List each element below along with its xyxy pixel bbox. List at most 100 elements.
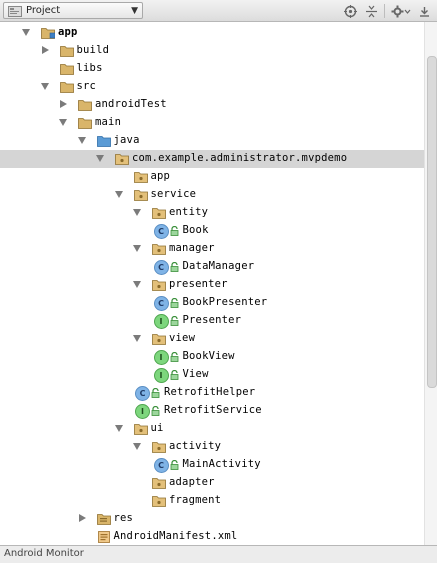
interface-icon: I: [153, 368, 169, 383]
tree-node-label: main: [95, 116, 122, 128]
expand-arrow-icon[interactable]: [40, 83, 49, 90]
module-folder-icon: [41, 27, 56, 39]
tree-node-manager[interactable]: manager: [0, 240, 424, 258]
tree-node-label: MainActivity: [182, 458, 261, 470]
project-toolbar: Project ▼: [0, 0, 437, 22]
tree-node-build[interactable]: build: [0, 42, 424, 60]
tree-node-androidmanifest-xml[interactable]: AndroidManifest.xml: [0, 528, 424, 545]
expand-arrow-icon[interactable]: [133, 443, 141, 450]
tree-node-label: service: [150, 188, 197, 200]
tree-node-label: entity: [169, 206, 209, 218]
tree-node-res[interactable]: res: [0, 510, 424, 528]
tree-node-label: RetrofitService: [164, 404, 262, 416]
folder-icon: [59, 63, 74, 75]
tree-node-androidtest[interactable]: androidTest: [0, 96, 424, 114]
tree-node-label: presenter: [169, 278, 228, 290]
tree-node-label: fragment: [169, 494, 222, 506]
tree-node-label: RetrofitHelper: [164, 386, 256, 398]
interface-icon: I: [153, 350, 169, 365]
project-icon: [8, 5, 22, 17]
collapse-arrow-icon[interactable]: [60, 100, 67, 108]
tree-node-label: androidTest: [95, 98, 167, 110]
collapse-all-icon[interactable]: [363, 3, 379, 19]
tree-node-entity[interactable]: entity: [0, 204, 424, 222]
tree-node-ui[interactable]: ui: [0, 420, 424, 438]
expand-arrow-icon[interactable]: [133, 281, 141, 288]
tree-node-label: BookView: [182, 350, 235, 362]
class-icon: C: [153, 224, 169, 239]
vertical-scrollbar[interactable]: [424, 22, 437, 545]
class-icon: C: [153, 260, 169, 275]
lock-icon: [170, 459, 179, 470]
target-icon[interactable]: [342, 3, 358, 19]
tree-node-adapter[interactable]: adapter: [0, 474, 424, 492]
folder-icon: [59, 81, 74, 93]
package-icon: [152, 495, 166, 507]
tree-node-label: src: [76, 80, 97, 92]
project-view-selector[interactable]: Project ▼: [3, 2, 143, 19]
tree-node-datamanager[interactable]: C DataManager: [0, 258, 424, 276]
class-icon: C: [135, 386, 150, 401]
tree-node-label: activity: [169, 440, 222, 452]
lock-icon: [151, 405, 160, 416]
tree-node-java[interactable]: java: [0, 132, 424, 150]
tree-node-presenter[interactable]: presenter: [0, 276, 424, 294]
lock-icon: [170, 351, 179, 362]
package-icon: [133, 189, 148, 201]
gear-icon[interactable]: [390, 3, 412, 19]
tree-node-service[interactable]: service: [0, 186, 424, 204]
expand-arrow-icon[interactable]: [22, 29, 30, 36]
tree-node-retrofitservice[interactable]: I RetrofitService: [0, 402, 424, 420]
expand-arrow-icon[interactable]: [59, 119, 67, 126]
folder-icon: [78, 117, 92, 129]
tree-node-label: Presenter: [182, 314, 242, 326]
package-icon: [115, 153, 129, 165]
package-icon: [152, 279, 166, 291]
scrollbar-thumb[interactable]: [427, 56, 437, 388]
collapse-arrow-icon[interactable]: [78, 514, 86, 522]
expand-arrow-icon[interactable]: [96, 155, 104, 162]
tree-node-mainactivity[interactable]: C MainActivity: [0, 456, 424, 474]
expand-arrow-icon[interactable]: [114, 191, 123, 198]
tree-node-view[interactable]: I View: [0, 366, 424, 384]
tree-node-label: res: [113, 512, 134, 524]
lock-icon: [170, 225, 179, 236]
lock-icon: [170, 315, 179, 326]
class-icon: C: [153, 296, 169, 311]
collapse-arrow-icon[interactable]: [41, 46, 49, 54]
android-monitor-tab[interactable]: Android Monitor: [4, 548, 84, 559]
package-icon: [152, 441, 166, 453]
hide-icon[interactable]: [416, 3, 432, 19]
expand-arrow-icon[interactable]: [133, 335, 141, 342]
expand-arrow-icon[interactable]: [114, 425, 123, 432]
package-icon: [133, 171, 148, 183]
chevron-down-icon: ▼: [131, 5, 138, 16]
expand-arrow-icon[interactable]: [77, 137, 86, 144]
tree-node-com-example-administrator-mvpdemo[interactable]: com.example.administrator.mvpdemo: [0, 150, 424, 168]
tree-node-activity[interactable]: activity: [0, 438, 424, 456]
tree-node-fragment[interactable]: fragment: [0, 492, 424, 510]
tree-node-label: DataManager: [182, 260, 255, 272]
toolbar-divider: [384, 4, 385, 18]
tree-node-label: libs: [76, 62, 103, 74]
tree-node-label: adapter: [169, 476, 215, 488]
package-icon: [152, 333, 166, 345]
tree-node-retrofithelper[interactable]: C RetrofitHelper: [0, 384, 424, 402]
tree-node-bookpresenter[interactable]: C BookPresenter: [0, 294, 424, 312]
lock-icon: [170, 297, 179, 308]
expand-arrow-icon[interactable]: [133, 245, 141, 252]
tree-node-presenter[interactable]: I Presenter: [0, 312, 424, 330]
project-tree[interactable]: app build libs src androidTest main java com.ex…: [0, 22, 424, 545]
tree-node-libs[interactable]: libs: [0, 60, 424, 78]
tree-node-main[interactable]: main: [0, 114, 424, 132]
tree-node-app[interactable]: app: [0, 168, 424, 186]
tree-node-app[interactable]: app: [0, 24, 424, 42]
expand-arrow-icon[interactable]: [133, 209, 141, 216]
tree-node-src[interactable]: src: [0, 78, 424, 96]
tree-node-book[interactable]: C Book: [0, 222, 424, 240]
interface-icon: I: [135, 404, 150, 419]
package-icon: [152, 243, 166, 255]
project-view-label: Project: [26, 5, 61, 16]
tree-node-bookview[interactable]: I BookView: [0, 348, 424, 366]
tree-node-view[interactable]: view: [0, 330, 424, 348]
